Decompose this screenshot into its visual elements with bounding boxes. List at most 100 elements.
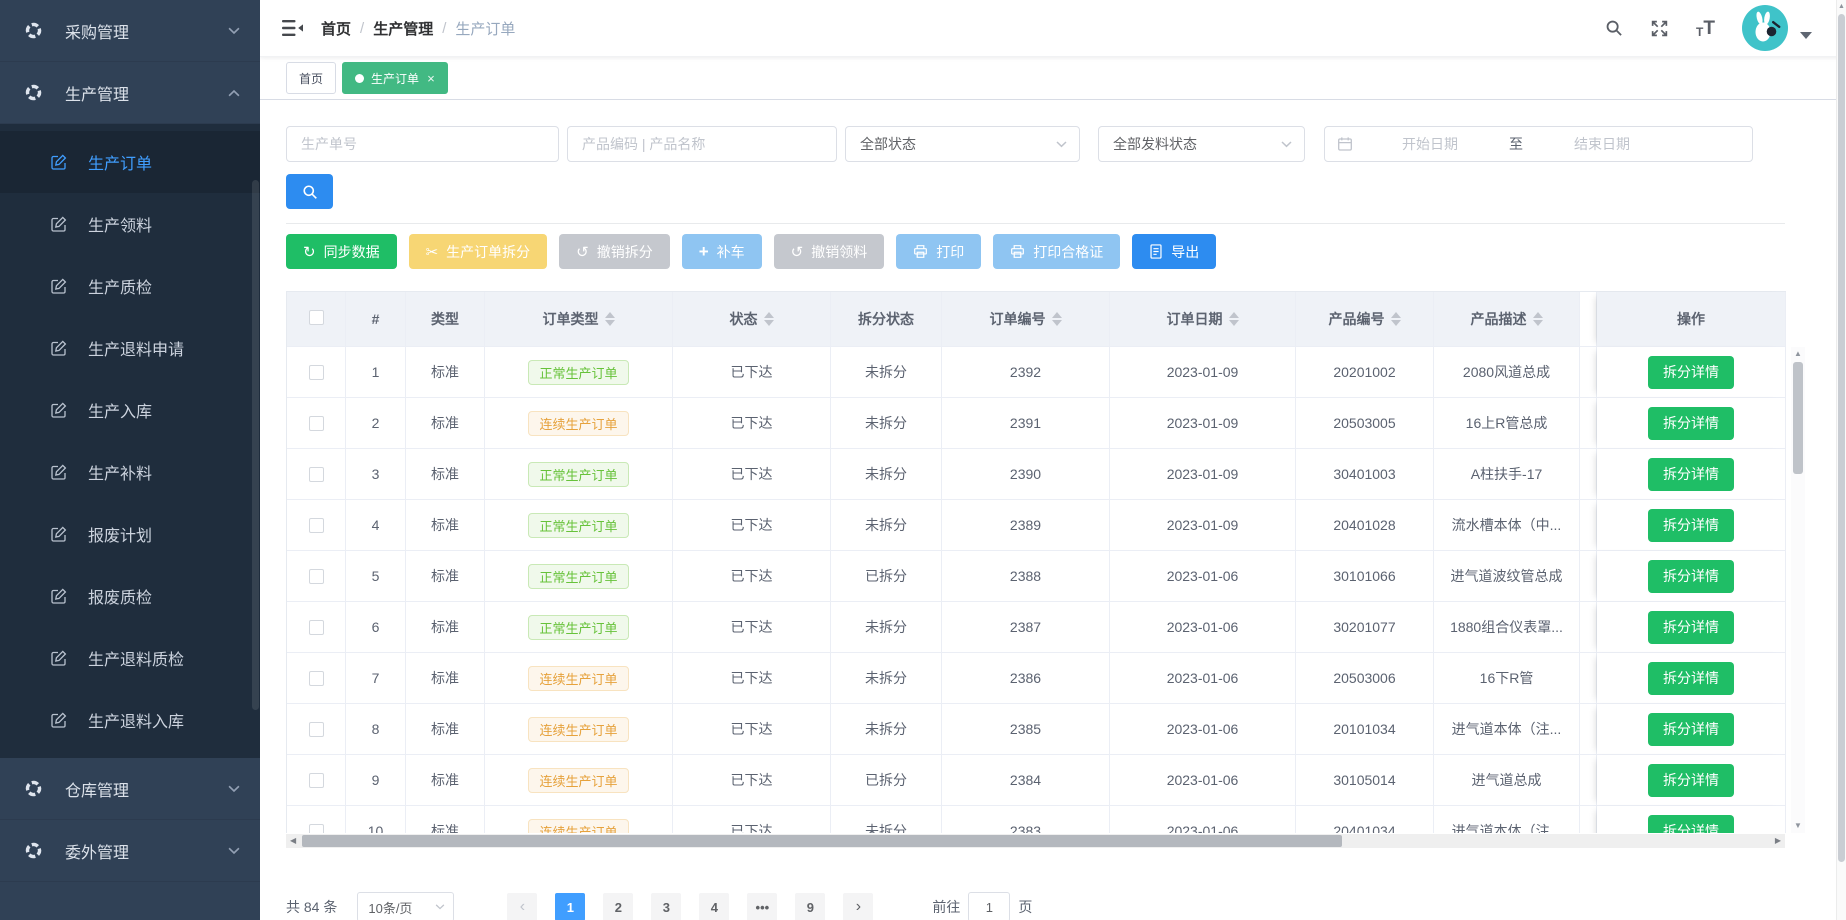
- row-checkbox[interactable]: [309, 518, 324, 533]
- scroll-up-icon[interactable]: ▲: [1837, 3, 1846, 10]
- page-ellipsis-button[interactable]: •••: [747, 893, 777, 920]
- status-select[interactable]: 全部状态: [845, 126, 1080, 162]
- page-number-button[interactable]: 4: [699, 893, 729, 920]
- sort-icon[interactable]: [1052, 312, 1062, 326]
- table-vertical-scrollbar[interactable]: ▲ ▼: [1791, 347, 1805, 833]
- vertical-scroll-thumb[interactable]: [1793, 362, 1803, 474]
- toolbar-button[interactable]: ↻ 同步数据: [286, 234, 397, 269]
- cell-order-date: 2023-01-06: [1167, 670, 1239, 686]
- page-number-button[interactable]: 3: [651, 893, 681, 920]
- start-date-input[interactable]: [1355, 136, 1505, 152]
- split-detail-button[interactable]: 拆分详情: [1648, 509, 1734, 542]
- scroll-down-icon[interactable]: ▼: [1791, 822, 1805, 830]
- row-checkbox[interactable]: [309, 773, 324, 788]
- cell-split-status: 已拆分: [865, 568, 907, 584]
- row-checkbox[interactable]: [309, 671, 324, 686]
- split-detail-button[interactable]: 拆分详情: [1648, 764, 1734, 797]
- row-checkbox[interactable]: [309, 365, 324, 380]
- sidebar-group-item[interactable]: 生产管理: [0, 62, 260, 124]
- split-detail-button[interactable]: 拆分详情: [1648, 815, 1734, 834]
- user-dropdown[interactable]: [1742, 5, 1812, 51]
- close-icon[interactable]: ×: [427, 72, 435, 85]
- column-header[interactable]: 状态: [673, 292, 831, 347]
- sidebar-group-item[interactable]: 委外管理: [0, 820, 260, 882]
- sidebar-subitem[interactable]: 生产领料: [0, 193, 260, 255]
- scroll-up-icon[interactable]: ▲: [1791, 350, 1805, 358]
- page-number-button[interactable]: 1: [555, 893, 585, 920]
- sort-icon[interactable]: [764, 312, 774, 326]
- breadcrumb-production-mgmt[interactable]: 生产管理: [373, 18, 433, 39]
- page-scrollbar[interactable]: ▲: [1836, 0, 1846, 920]
- toolbar-button[interactable]: 打印: [896, 234, 981, 269]
- page-buttons: 1234 ••• 9: [546, 893, 834, 920]
- sort-icon[interactable]: [1391, 312, 1401, 326]
- product-input[interactable]: [582, 136, 822, 152]
- row-checkbox[interactable]: [309, 620, 324, 635]
- order-no-input[interactable]: [301, 136, 544, 152]
- sidebar-subitem[interactable]: 生产退料质检: [0, 627, 260, 689]
- page-size-select[interactable]: 10条/页: [357, 892, 454, 920]
- product-field[interactable]: [567, 126, 837, 162]
- scroll-left-icon[interactable]: ◀: [290, 837, 296, 845]
- page-number-button[interactable]: 2: [603, 893, 633, 920]
- view-tab[interactable]: 首页: [286, 62, 336, 94]
- horizontal-scroll-thumb[interactable]: [302, 835, 1342, 847]
- column-header[interactable]: 订单类型: [485, 292, 673, 347]
- sidebar-subitem[interactable]: 生产入库: [0, 379, 260, 441]
- font-size-icon[interactable]: TT: [1696, 19, 1715, 38]
- select-all-checkbox[interactable]: [309, 310, 324, 325]
- next-page-button[interactable]: ›: [843, 893, 873, 920]
- split-detail-button[interactable]: 拆分详情: [1648, 407, 1734, 440]
- toolbar-button[interactable]: ↺ 撤销领料: [774, 234, 885, 269]
- sort-icon[interactable]: [605, 312, 615, 326]
- split-detail-button[interactable]: 拆分详情: [1648, 713, 1734, 746]
- sort-icon[interactable]: [1533, 312, 1543, 326]
- page-scroll-thumb[interactable]: [1838, 14, 1845, 862]
- order-no-field[interactable]: [286, 126, 559, 162]
- split-detail-button[interactable]: 拆分详情: [1648, 560, 1734, 593]
- prev-page-button[interactable]: ‹: [507, 893, 537, 920]
- toolbar-button[interactable]: + 补车: [682, 234, 762, 269]
- column-header[interactable]: 产品描述: [1434, 292, 1580, 347]
- column-header[interactable]: 产品编号: [1296, 292, 1434, 347]
- search-button[interactable]: [286, 174, 333, 209]
- fullscreen-icon[interactable]: [1650, 19, 1669, 38]
- hamburger-icon[interactable]: [260, 0, 321, 56]
- sidebar-subitem[interactable]: 生产退料申请: [0, 317, 260, 379]
- sidebar-group-item[interactable]: 采购管理: [0, 0, 260, 62]
- breadcrumb-home[interactable]: 首页: [321, 18, 351, 39]
- split-detail-button[interactable]: 拆分详情: [1648, 458, 1734, 491]
- column-header[interactable]: 订单编号: [942, 292, 1110, 347]
- split-detail-button[interactable]: 拆分详情: [1648, 356, 1734, 389]
- row-checkbox[interactable]: [309, 569, 324, 584]
- row-checkbox[interactable]: [309, 722, 324, 737]
- sidebar-subitem[interactable]: 报废质检: [0, 565, 260, 627]
- split-detail-button[interactable]: 拆分详情: [1648, 662, 1734, 695]
- toolbar-button[interactable]: ↺ 撤销拆分: [559, 234, 670, 269]
- sidebar-subitem[interactable]: 报废计划: [0, 503, 260, 565]
- toolbar-button[interactable]: 导出: [1132, 234, 1216, 269]
- sidebar-group-item[interactable]: 仓库管理: [0, 758, 260, 820]
- goto-page-input[interactable]: [968, 892, 1010, 920]
- end-date-input[interactable]: [1527, 136, 1677, 152]
- split-detail-button[interactable]: 拆分详情: [1648, 611, 1734, 644]
- toolbar-button[interactable]: 打印合格证: [993, 234, 1120, 269]
- column-header[interactable]: 订单日期: [1110, 292, 1296, 347]
- toolbar-button[interactable]: ✂ 生产订单拆分: [409, 234, 548, 269]
- date-range-picker[interactable]: 至: [1324, 126, 1753, 162]
- sidebar-subitem[interactable]: 生产补料: [0, 441, 260, 503]
- table-horizontal-scrollbar[interactable]: ◀ ▶: [286, 834, 1785, 848]
- sidebar-subitem[interactable]: 生产质检: [0, 255, 260, 317]
- view-tab[interactable]: 生产订单 ×: [342, 62, 448, 94]
- sort-icon[interactable]: [1229, 312, 1239, 326]
- page-number-button[interactable]: 9: [795, 893, 825, 920]
- search-icon[interactable]: [1605, 19, 1623, 37]
- scroll-right-icon[interactable]: ▶: [1775, 837, 1781, 845]
- sidebar-subitem[interactable]: 生产退料入库: [0, 689, 260, 751]
- row-checkbox[interactable]: [309, 824, 324, 833]
- sidebar-scrollbar-thumb[interactable]: [252, 180, 259, 710]
- sidebar-subitem[interactable]: 生产订单: [0, 131, 260, 193]
- row-checkbox[interactable]: [309, 467, 324, 482]
- issue-status-select[interactable]: 全部发料状态: [1098, 126, 1305, 162]
- row-checkbox[interactable]: [309, 416, 324, 431]
